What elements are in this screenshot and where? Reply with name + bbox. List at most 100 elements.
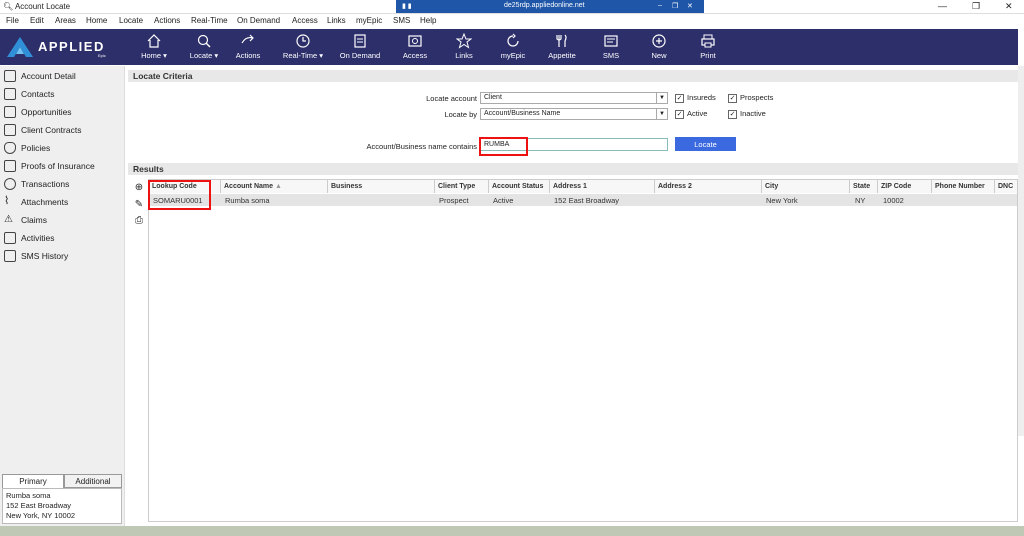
menu-file[interactable]: File [6,16,19,25]
nav-sms-button[interactable]: SMS [596,29,626,65]
vertical-scrollbar[interactable] [1018,66,1024,436]
menu-actions[interactable]: Actions [154,16,180,25]
menu-help[interactable]: Help [420,16,436,25]
column-header-phone-number[interactable]: Phone Number [932,180,995,193]
checkmark-icon: ✓ [675,93,684,103]
inactive-checkbox[interactable]: ✓ Inactive [728,109,766,119]
column-header-business[interactable]: Business [328,180,435,193]
sidebar-item-account-detail[interactable]: Account Detail [4,68,122,84]
insureds-label: Insureds [687,93,716,102]
active-checkbox[interactable]: ✓ Active [675,109,707,119]
sidebar-item-activities[interactable]: Activities [4,230,122,246]
sidebar: Account Detail Contacts Opportunities Cl… [0,66,125,526]
nav-ondemand-label: On Demand [339,51,381,60]
prospects-checkbox[interactable]: ✓ Prospects [728,93,773,103]
locate-criteria-header: Locate Criteria [128,70,1018,82]
claims-icon: ⚠ [4,214,13,225]
sidebar-item-contacts[interactable]: Contacts [4,86,122,102]
active-label: Active [687,109,708,118]
menu-myepic[interactable]: myEpic [356,16,382,25]
close-icon[interactable]: ✕ [1005,1,1013,12]
nav-realtime-button[interactable]: Real-Time ▾ [278,29,328,65]
sidebar-item-client-contracts[interactable]: Client Contracts [4,122,122,138]
sidebar-item-label: Contacts [21,89,55,99]
menu-locate[interactable]: Locate [119,16,143,25]
contacts-icon [4,88,16,100]
column-header-client-type[interactable]: Client Type [435,180,489,193]
edit-pencil-icon[interactable]: ✎ [133,199,145,211]
nav-print-button[interactable]: Print [693,29,723,65]
sidebar-item-attachments[interactable]: ⌇ Attachments [4,194,122,210]
menu-sms[interactable]: SMS [393,16,410,25]
insureds-checkbox[interactable]: ✓ Insureds [675,93,716,103]
locate-account-value: Client [484,94,502,101]
fork-knife-icon [556,34,567,47]
sidebar-item-label: SMS History [21,251,69,261]
nav-myepic-button[interactable]: myEpic [496,29,530,65]
nav-links-button[interactable]: Links [448,29,480,65]
sidebar-item-claims[interactable]: ⚠ Claims [4,212,122,228]
sidebar-item-transactions[interactable]: Transactions [4,176,122,192]
rdp-restore-icon[interactable]: ❐ [672,2,678,10]
sidebar-item-sms-history[interactable]: SMS History [4,248,122,264]
rdp-connection-bar[interactable]: ▮ ▮ de25rdp.appliedonline.net – ❐ ✕ [396,0,704,13]
menu-on-demand[interactable]: On Demand [237,16,280,25]
cell-account-status: Active [493,196,514,205]
nav-ondemand-button[interactable]: On Demand [336,29,384,65]
minimize-icon[interactable]: — [938,1,947,11]
column-header-address-2[interactable]: Address 2 [655,180,762,193]
nav-access-button[interactable]: Access [398,29,432,65]
brand-sub: Epic [98,53,106,58]
print-icon[interactable]: ⎙ [133,215,145,227]
results-header: Results [128,163,1018,175]
column-header-city[interactable]: City [762,180,850,193]
checkmark-icon: ✓ [728,109,737,119]
home-icon [147,34,161,48]
column-header-account-status[interactable]: Account Status [489,180,550,193]
column-header-state[interactable]: State [850,180,878,193]
menu-areas[interactable]: Areas [55,16,76,25]
nav-print-label: Print [700,51,716,60]
menu-real-time[interactable]: Real-Time [191,16,228,25]
name-contains-label: Account/Business name contains [366,142,477,151]
restore-icon[interactable]: ❐ [972,1,980,12]
plus-circle-icon [652,34,666,48]
locate-by-select[interactable]: Account/Business Name ▼ [480,108,668,120]
nav-appetite-button[interactable]: Appetite [544,29,580,65]
paperclip-icon: ⌇ [4,195,10,207]
menu-home[interactable]: Home [86,16,107,25]
menu-links[interactable]: Links [327,16,346,25]
sidebar-item-policies[interactable]: Policies [4,140,122,156]
nav-locate-button[interactable]: Locate ▾ [182,29,226,65]
sidebar-item-opportunities[interactable]: Opportunities [4,104,122,120]
actions-icon [241,34,254,44]
locate-account-label: Locate account [426,94,477,103]
column-header-zip-code[interactable]: ZIP Code [878,180,932,193]
column-header-account-name[interactable]: Account Name ▲ [221,180,328,193]
applied-logo-icon [7,37,33,57]
rdp-minimize-icon[interactable]: – [658,2,662,9]
column-header-address-1[interactable]: Address 1 [550,180,655,193]
locate-button[interactable]: Locate [675,137,736,151]
window-title-text: Account Locate [14,2,71,11]
menu-edit[interactable]: Edit [30,16,44,25]
nav-new-button[interactable]: New [644,29,674,65]
locate-account-select[interactable]: Client ▼ [480,92,668,104]
document-icon [354,34,366,48]
activities-icon [4,232,16,244]
account-icon [4,70,16,82]
tab-primary[interactable]: Primary [2,474,64,488]
sidebar-item-proofs-of-insurance[interactable]: Proofs of Insurance [4,158,122,174]
account-name-header-label: Account Name [224,183,274,190]
column-header-dnc[interactable]: DNC [995,180,1017,193]
tab-additional[interactable]: Additional [64,474,122,488]
pin-icon[interactable]: ▮ ▮ [402,2,412,10]
nav-actions-button[interactable]: Actions [230,29,266,65]
chevron-down-icon: ▼ [656,93,667,103]
address-line: New York, NY 10002 [6,511,76,520]
menu-access[interactable]: Access [292,16,318,25]
add-icon[interactable]: ⊕ [133,182,145,194]
rdp-close-icon[interactable]: ✕ [687,2,693,10]
access-icon [408,35,422,47]
nav-home-button[interactable]: Home ▾ [134,29,174,65]
